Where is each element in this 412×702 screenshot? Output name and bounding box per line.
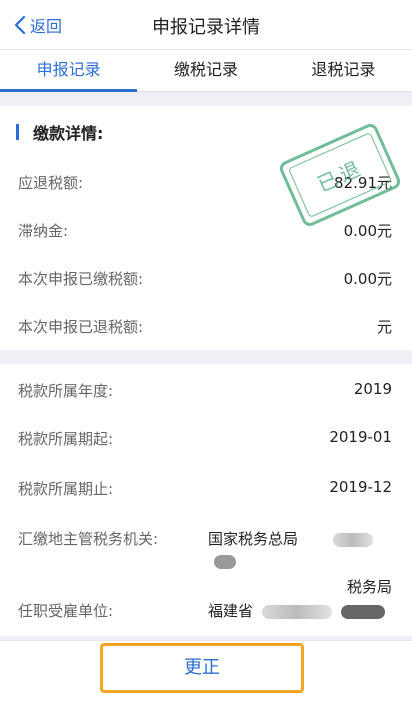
row-value: 2019-01 <box>329 428 392 446</box>
row-label: 本次申报已缴税额: <box>18 270 144 288</box>
page-title: 申报记录详情 <box>152 17 260 38</box>
correct-button[interactable]: 更正 <box>100 643 304 693</box>
section-title: 缴款详情: <box>33 124 104 143</box>
detail-row: 税款所属期止: 2019-12 <box>0 464 412 512</box>
employer-value: 福建省 <box>208 600 392 622</box>
row-label: 任职受雇单位: <box>18 602 114 620</box>
row-label: 税款所属年度: <box>18 382 114 400</box>
tab-refund-records[interactable]: 退税记录 <box>275 50 412 91</box>
employer-value-text: 福建省 <box>208 602 254 620</box>
row-value: 2019 <box>353 380 392 398</box>
row-label: 应退税额: <box>18 174 84 192</box>
redacted-text <box>332 532 373 547</box>
row-value: 0.00元 <box>343 270 392 288</box>
row-label: 滞纳金: <box>18 222 69 240</box>
row-label: 本次申报已退税额: <box>18 318 144 336</box>
row-value: 0.00元 <box>343 222 392 240</box>
detail-row: 本次申报已缴税额: 0.00元 <box>0 254 412 302</box>
redacted-text <box>261 604 332 619</box>
row-label: 税款所属期止: <box>18 480 114 498</box>
authority-row: 汇缴地主管税务机关: 国家税务总局 税务局 <box>0 514 412 596</box>
detail-row: 税款所属期起: 2019-01 <box>0 414 412 462</box>
row-value: 元 <box>376 318 392 336</box>
footer-bar: 更正 <box>0 640 412 702</box>
row-value: 2019-12 <box>329 478 392 496</box>
detail-row: 税款所属年度: 2019 <box>0 366 412 414</box>
authority-value-line1: 国家税务总局 <box>208 530 299 548</box>
tax-period-card: 税款所属年度: 2019 税款所属期起: 2019-01 税款所属期止: 201… <box>0 364 412 636</box>
section-marker <box>16 124 19 140</box>
nav-bar: 返回 申报记录详情 <box>0 0 412 50</box>
employer-row: 任职受雇单位: 福建省 <box>0 586 412 634</box>
tab-bar: 申报记录 缴税记录 退税记录 <box>0 50 412 92</box>
row-label: 税款所属期起: <box>18 430 114 448</box>
row-label: 汇缴地主管税务机关: <box>18 530 159 548</box>
detail-row: 滞纳金: 0.00元 <box>0 206 412 254</box>
redacted-text <box>214 554 236 569</box>
tab-declaration-records[interactable]: 申报记录 <box>0 50 138 92</box>
detail-row: 本次申报已退税额: 元 <box>0 302 412 350</box>
redacted-text <box>340 604 385 619</box>
tab-payment-records[interactable]: 缴税记录 <box>137 50 274 91</box>
